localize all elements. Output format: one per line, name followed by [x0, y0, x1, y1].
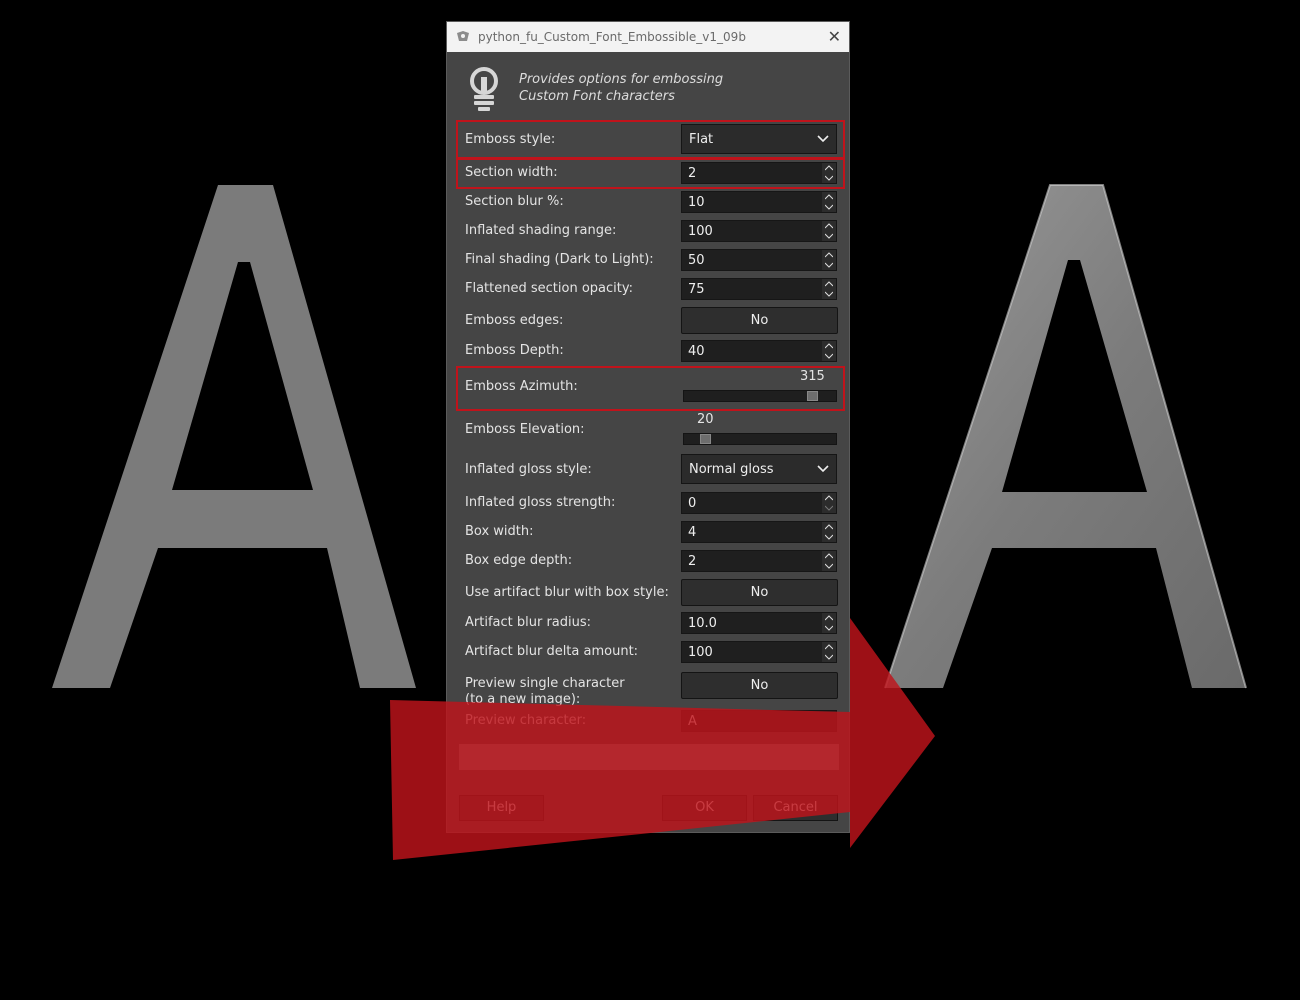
- artifact-blur-box-label: Use artifact blur with box style:: [465, 585, 669, 600]
- emboss-depth-label: Emboss Depth:: [465, 343, 564, 358]
- gimp-app-icon: [457, 31, 469, 41]
- preview-character-input[interactable]: A: [681, 710, 837, 732]
- emboss-edges-toggle[interactable]: No: [681, 307, 838, 334]
- arrow-up-icon[interactable]: [825, 281, 833, 287]
- inflated-shading-range-label: Inflated shading range:: [465, 223, 617, 238]
- arrow-down-icon[interactable]: [825, 262, 833, 268]
- artifact-blur-delta-stepper[interactable]: [822, 642, 836, 662]
- arrow-down-icon[interactable]: [825, 534, 833, 540]
- arrow-up-icon[interactable]: [825, 644, 833, 650]
- artifact-blur-delta-label: Artifact blur delta amount:: [465, 644, 639, 659]
- box-width-stepper[interactable]: [822, 522, 836, 542]
- preview-single-label: Preview single character (to a new image…: [465, 676, 625, 707]
- arrow-up-icon[interactable]: [825, 553, 833, 559]
- progress-bar: [459, 744, 839, 770]
- arrow-down-icon[interactable]: [825, 563, 833, 569]
- cancel-button[interactable]: Cancel: [753, 795, 838, 821]
- arrow-up-icon[interactable]: [825, 343, 833, 349]
- close-icon[interactable]: ✕: [828, 27, 841, 46]
- emboss-elevation-value: 20: [697, 412, 714, 427]
- box-width-label: Box width:: [465, 524, 534, 539]
- arrow-up-icon[interactable]: [825, 495, 833, 501]
- plugin-dialog: python_fu_Custom_Font_Embossible_v1_09b …: [446, 21, 850, 833]
- ok-button[interactable]: OK: [662, 795, 747, 821]
- emboss-elevation-slider[interactable]: [683, 433, 837, 445]
- row-emboss-elevation: Emboss Elevation: 20: [447, 412, 849, 452]
- title-bar: python_fu_Custom_Font_Embossible_v1_09b …: [447, 22, 849, 52]
- arrow-down-icon[interactable]: [825, 291, 833, 297]
- arrow-up-icon[interactable]: [825, 615, 833, 621]
- final-shading-label: Final shading (Dark to Light):: [465, 252, 654, 267]
- arrow-up-icon[interactable]: [825, 223, 833, 229]
- arrow-up-icon[interactable]: [825, 252, 833, 258]
- preview-single-toggle[interactable]: No: [681, 672, 838, 699]
- window-title: python_fu_Custom_Font_Embossible_v1_09b: [478, 30, 746, 44]
- highlight-emboss-style: [456, 120, 845, 159]
- arrow-down-icon[interactable]: [825, 625, 833, 631]
- final-shading-input[interactable]: 50: [681, 249, 837, 271]
- section-blur-input[interactable]: 10: [681, 191, 837, 213]
- section-blur-label: Section blur %:: [465, 194, 564, 209]
- artifact-blur-radius-stepper[interactable]: [822, 613, 836, 633]
- inflated-gloss-style-label: Inflated gloss style:: [465, 462, 592, 477]
- inflated-gloss-strength-input[interactable]: 0: [681, 492, 837, 514]
- highlight-emboss-azimuth: [456, 366, 845, 411]
- highlight-section-width: [456, 158, 845, 189]
- emboss-edges-label: Emboss edges:: [465, 313, 564, 328]
- artifact-blur-box-toggle[interactable]: No: [681, 579, 838, 606]
- arrow-down-icon[interactable]: [825, 505, 833, 511]
- flattened-opacity-input[interactable]: 75: [681, 278, 837, 300]
- flattened-opacity-stepper[interactable]: [822, 279, 836, 299]
- inflated-gloss-style-dropdown[interactable]: Normal gloss: [681, 454, 837, 484]
- box-width-input[interactable]: 4: [681, 521, 837, 543]
- artifact-blur-delta-input[interactable]: 100: [681, 641, 837, 663]
- emboss-elevation-slider-handle[interactable]: [700, 434, 711, 444]
- inflated-shading-range-input[interactable]: 100: [681, 220, 837, 242]
- arrow-down-icon[interactable]: [825, 233, 833, 239]
- artifact-blur-radius-label: Artifact blur radius:: [465, 615, 592, 630]
- emboss-depth-input[interactable]: 40: [681, 340, 837, 362]
- arrow-up-icon[interactable]: [825, 194, 833, 200]
- emboss-depth-stepper[interactable]: [822, 341, 836, 361]
- box-edge-depth-label: Box edge depth:: [465, 553, 573, 568]
- box-edge-depth-input[interactable]: 2: [681, 550, 837, 572]
- arrow-up-icon[interactable]: [825, 524, 833, 530]
- letter-a-flat: [52, 185, 416, 688]
- arrow-down-icon[interactable]: [825, 204, 833, 210]
- dialog-description: Provides options for embossing Custom Fo…: [519, 72, 724, 104]
- box-edge-depth-stepper[interactable]: [822, 551, 836, 571]
- preview-character-label: Preview character:: [465, 713, 587, 728]
- letter-a-embossed: [885, 185, 1246, 688]
- help-button[interactable]: Help: [459, 795, 544, 821]
- final-shading-stepper[interactable]: [822, 250, 836, 270]
- inflated-gloss-strength-label: Inflated gloss strength:: [465, 495, 616, 510]
- inflated-gloss-strength-stepper[interactable]: [822, 493, 836, 513]
- artifact-blur-radius-input[interactable]: 10.0: [681, 612, 837, 634]
- section-blur-stepper[interactable]: [822, 192, 836, 212]
- flattened-opacity-label: Flattened section opacity:: [465, 281, 633, 296]
- emboss-elevation-label: Emboss Elevation:: [465, 422, 585, 437]
- lightbulb-icon: [470, 67, 498, 111]
- arrow-down-icon[interactable]: [825, 353, 833, 359]
- arrow-down-icon[interactable]: [825, 654, 833, 660]
- inflated-shading-range-stepper[interactable]: [822, 221, 836, 241]
- chevron-down-icon: [817, 465, 829, 473]
